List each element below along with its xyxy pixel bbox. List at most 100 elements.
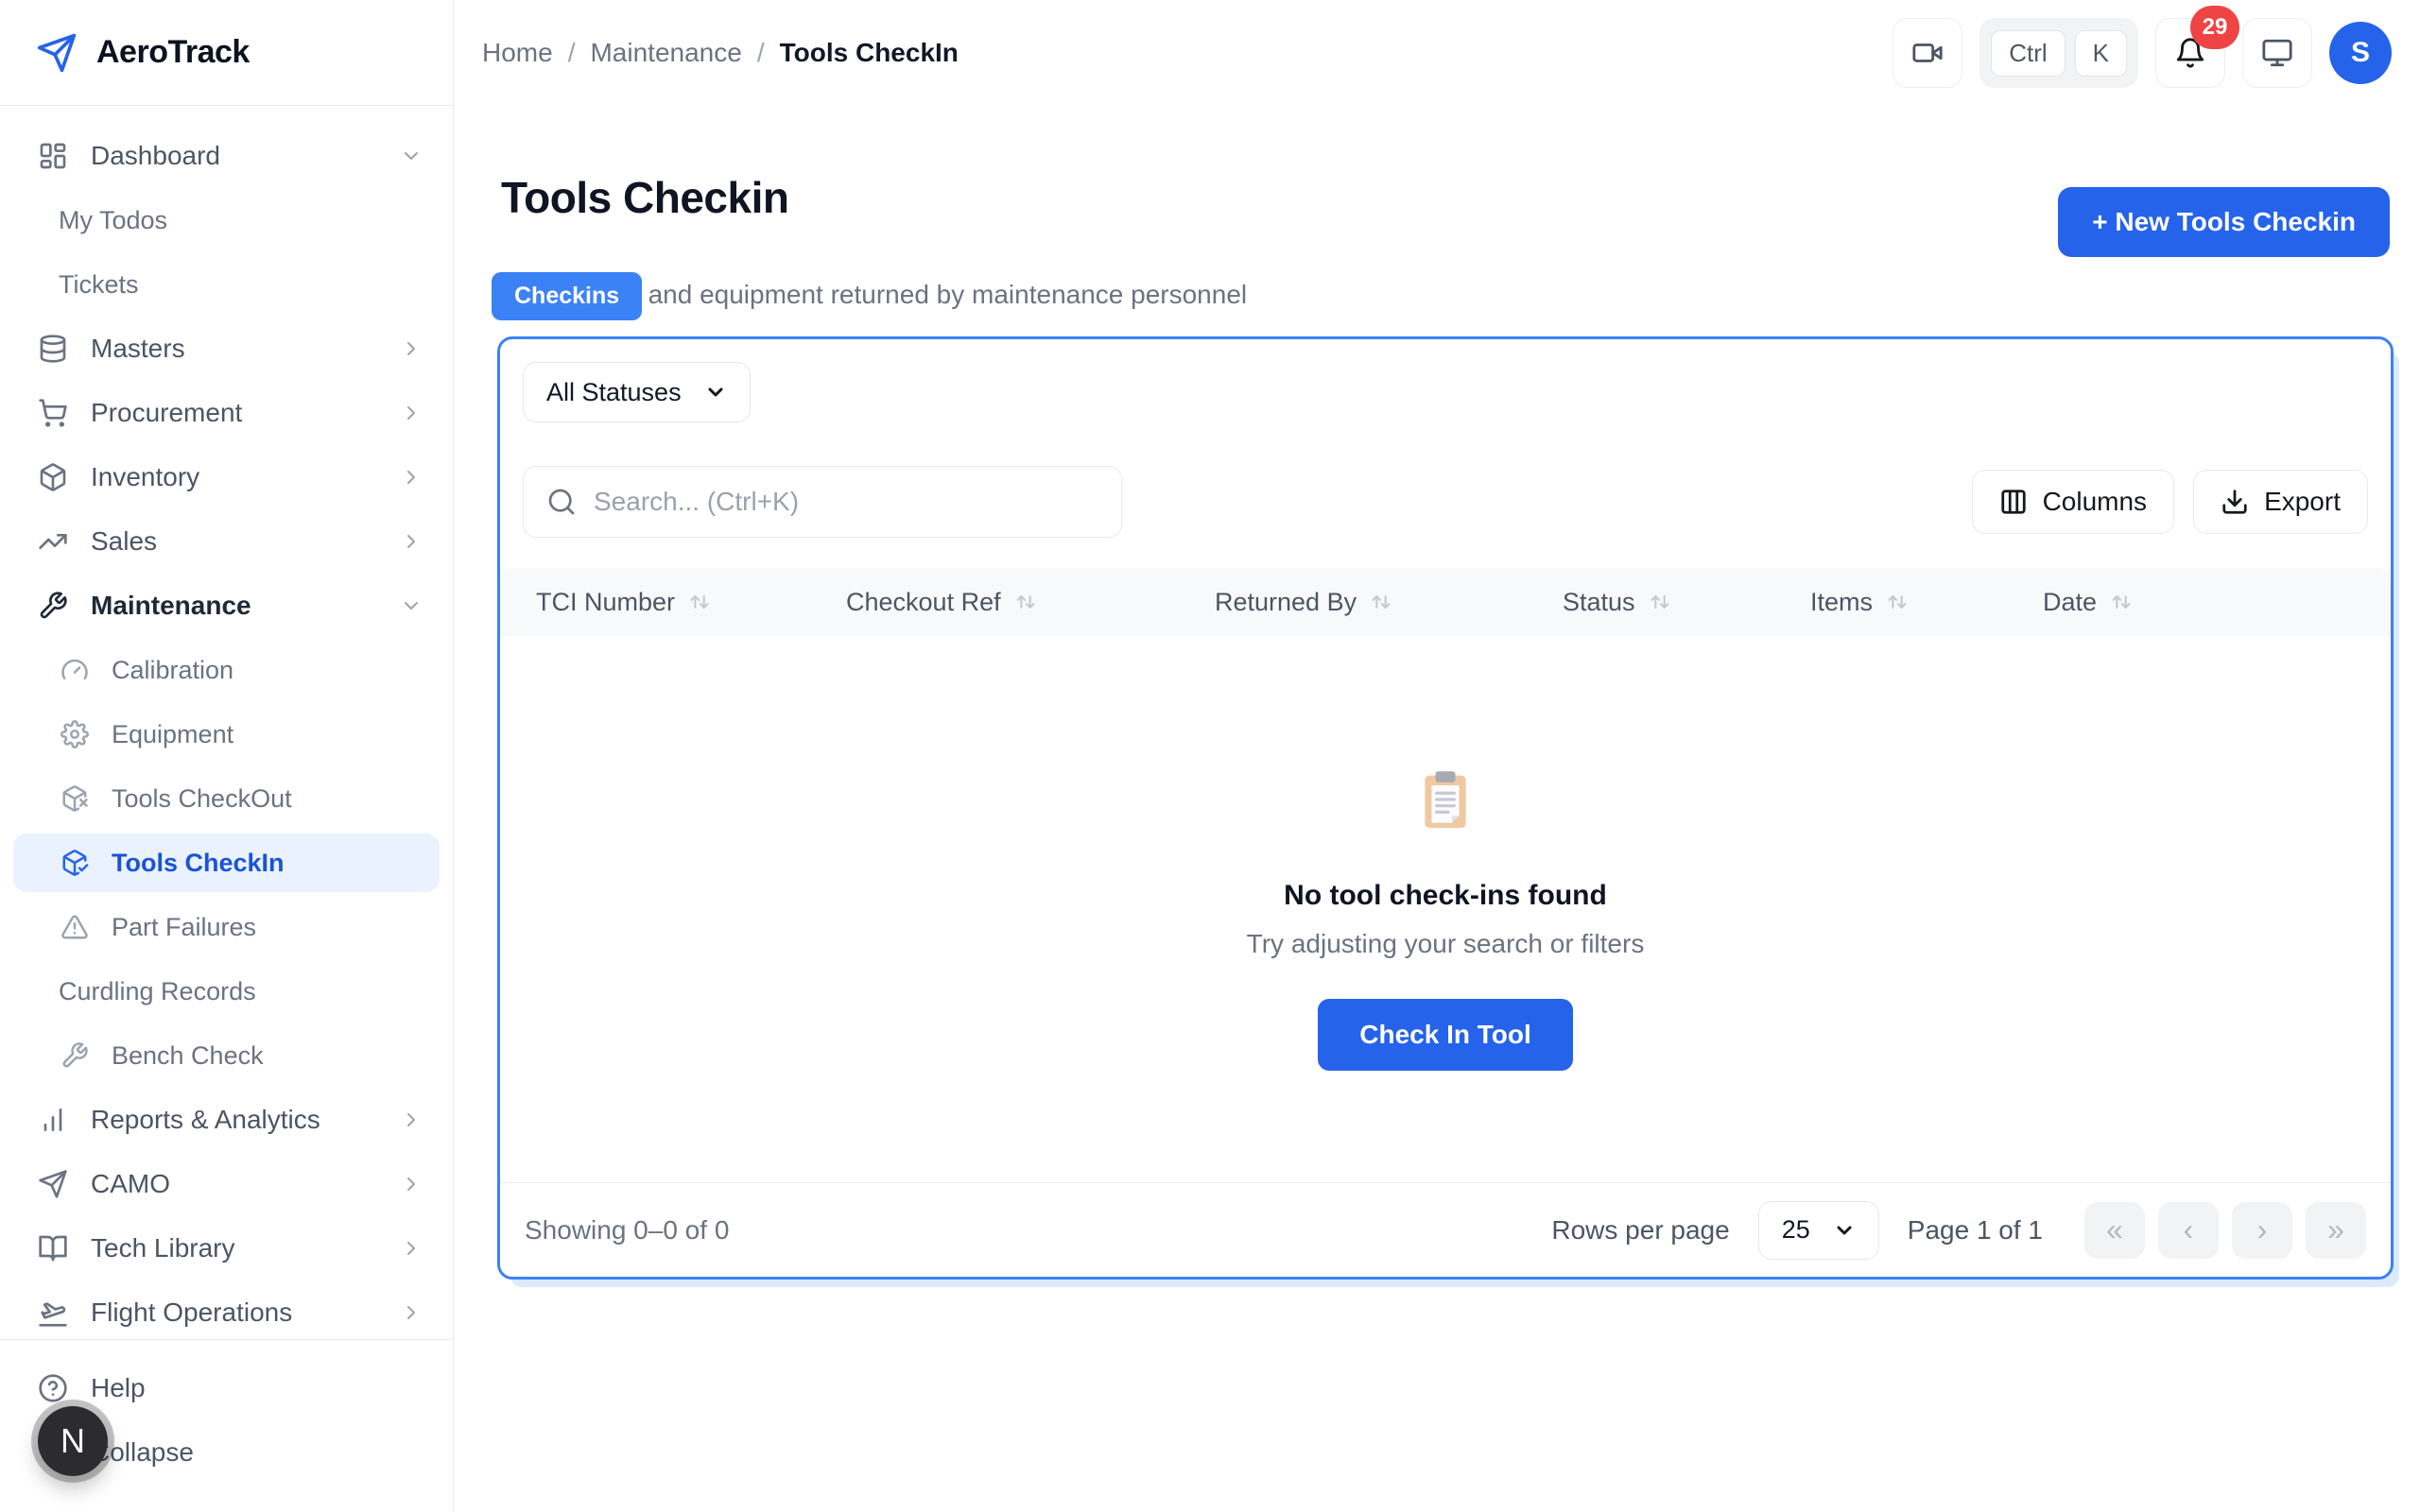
screen-record-button[interactable] bbox=[1893, 18, 1962, 88]
chevron-right-icon bbox=[400, 337, 423, 360]
alert-triangle-icon bbox=[60, 913, 89, 941]
chevron-right-icon bbox=[400, 466, 423, 489]
sort-icon bbox=[1012, 589, 1039, 615]
sidebar-item-part-failures[interactable]: Part Failures bbox=[13, 898, 440, 956]
column-header-returned-by[interactable]: Returned By bbox=[1215, 588, 1563, 617]
topbar-actions: Ctrl K 29 S bbox=[1893, 18, 2392, 88]
sidebar-item-tools-checkin[interactable]: Tools CheckIn bbox=[13, 833, 440, 892]
sidebar-item-masters[interactable]: Masters bbox=[13, 319, 440, 378]
pager: « ‹ › » bbox=[2084, 1202, 2366, 1259]
sidebar-item-tickets[interactable]: Tickets bbox=[13, 255, 440, 314]
new-tools-checkin-button[interactable]: + New Tools Checkin bbox=[2058, 187, 2390, 257]
rows-per-page-label: Rows per page bbox=[1551, 1215, 1729, 1246]
column-header-status[interactable]: Status bbox=[1563, 588, 1810, 617]
breadcrumb-home[interactable]: Home bbox=[482, 38, 553, 68]
breadcrumb-maintenance[interactable]: Maintenance bbox=[590, 38, 741, 68]
column-header-tci-number[interactable]: TCI Number bbox=[500, 588, 846, 617]
shopping-cart-icon bbox=[38, 398, 68, 428]
display-mode-button[interactable] bbox=[2242, 18, 2312, 88]
breadcrumb-separator: / bbox=[568, 38, 576, 68]
kbd-k: K bbox=[2075, 30, 2127, 77]
notifications-button[interactable]: 29 bbox=[2155, 18, 2225, 88]
monitor-icon bbox=[2261, 37, 2293, 69]
notifications-badge: 29 bbox=[2190, 6, 2239, 49]
checkins-table: TCI Number Checkout Ref Returned By Stat… bbox=[500, 568, 2391, 1182]
filters-row: All Statuses bbox=[500, 339, 2391, 422]
empty-state-title: No tool check-ins found bbox=[1284, 880, 1607, 912]
command-shortcut-button[interactable]: Ctrl K bbox=[1979, 18, 2138, 88]
chevron-down-icon bbox=[1833, 1219, 1856, 1242]
columns-icon bbox=[1999, 488, 2028, 516]
sort-icon bbox=[1647, 589, 1673, 615]
download-icon bbox=[2221, 488, 2249, 516]
pagination-controls: Rows per page 25 Page 1 of 1 « ‹ › » bbox=[1551, 1201, 2366, 1260]
page-title: Tools Checkin bbox=[501, 172, 788, 223]
toolbar-actions: Columns Export bbox=[1972, 470, 2368, 534]
columns-button[interactable]: Columns bbox=[1972, 470, 2174, 534]
app-name: AeroTrack bbox=[96, 34, 250, 71]
first-page-button[interactable]: « bbox=[2084, 1202, 2145, 1259]
checkins-card: All Statuses Columns Export bbox=[497, 336, 2394, 1280]
layout-grid-icon bbox=[38, 141, 68, 171]
chevron-right-icon bbox=[400, 1237, 423, 1260]
chevron-down-icon bbox=[704, 381, 727, 404]
sidebar-item-dashboard[interactable]: Dashboard bbox=[13, 127, 440, 185]
sidebar-item-calibration[interactable]: Calibration bbox=[13, 641, 440, 699]
gauge-icon bbox=[60, 656, 89, 684]
page-subtitle: ols and equipment returned by maintenanc… bbox=[607, 280, 1247, 310]
sidebar-item-curdling-records[interactable]: Curdling Records bbox=[13, 962, 440, 1021]
empty-state: No tool check-ins found Try adjusting yo… bbox=[500, 636, 2391, 1071]
rows-per-page-select[interactable]: 25 bbox=[1758, 1201, 1879, 1260]
chevron-right-icon bbox=[400, 1173, 423, 1195]
plane-logo-icon bbox=[36, 32, 78, 74]
sidebar-item-sales[interactable]: Sales bbox=[13, 512, 440, 571]
page-info: Page 1 of 1 bbox=[1908, 1215, 2043, 1246]
page-subtitle-row: Checkins ols and equipment returned by m… bbox=[501, 272, 2394, 327]
video-camera-icon bbox=[1911, 37, 1944, 69]
previous-page-button[interactable]: ‹ bbox=[2158, 1202, 2219, 1259]
sort-icon bbox=[686, 589, 713, 615]
package-x-icon bbox=[60, 784, 89, 813]
chevron-down-icon bbox=[400, 594, 423, 617]
next-page-button[interactable]: › bbox=[2232, 1202, 2292, 1259]
column-header-items[interactable]: Items bbox=[1810, 588, 2043, 617]
sidebar-item-tools-checkout[interactable]: Tools CheckOut bbox=[13, 769, 440, 828]
chevron-right-icon bbox=[400, 1108, 423, 1131]
floating-avatar[interactable]: N bbox=[38, 1406, 108, 1476]
sidebar-item-reports-analytics[interactable]: Reports & Analytics bbox=[13, 1091, 440, 1149]
wrench-icon bbox=[60, 1041, 89, 1070]
sidebar-item-flight-operations[interactable]: Flight Operations bbox=[13, 1283, 440, 1342]
sidebar-item-inventory[interactable]: Inventory bbox=[13, 448, 440, 507]
empty-state-subtitle: Try adjusting your search or filters bbox=[1247, 929, 1645, 959]
sidebar-item-my-todos[interactable]: My Todos bbox=[13, 191, 440, 249]
table-header-row: TCI Number Checkout Ref Returned By Stat… bbox=[500, 568, 2391, 636]
column-header-date[interactable]: Date bbox=[2043, 588, 2391, 617]
sidebar-nav: Dashboard My Todos Tickets Masters Procu… bbox=[0, 106, 453, 1342]
app-logo[interactable]: AeroTrack bbox=[0, 0, 453, 106]
column-header-checkout-ref[interactable]: Checkout Ref bbox=[846, 588, 1215, 617]
plane-takeoff-icon bbox=[38, 1297, 68, 1328]
wrench-icon bbox=[38, 591, 68, 621]
gear-icon bbox=[60, 720, 89, 748]
package-check-icon bbox=[60, 849, 89, 877]
user-avatar[interactable]: S bbox=[2329, 22, 2392, 84]
sidebar-item-camo[interactable]: CAMO bbox=[13, 1155, 440, 1213]
sidebar-item-bench-check[interactable]: Bench Check bbox=[13, 1026, 440, 1085]
breadcrumb-current: Tools CheckIn bbox=[780, 38, 959, 68]
last-page-button[interactable]: » bbox=[2306, 1202, 2366, 1259]
sidebar-item-maintenance[interactable]: Maintenance bbox=[13, 576, 440, 635]
export-button[interactable]: Export bbox=[2193, 470, 2368, 534]
sort-icon bbox=[1368, 589, 1394, 615]
check-in-tool-button[interactable]: Check In Tool bbox=[1318, 999, 1573, 1071]
table-footer: Showing 0–0 of 0 Rows per page 25 Page 1… bbox=[500, 1182, 2391, 1277]
sidebar-item-procurement[interactable]: Procurement bbox=[13, 384, 440, 442]
status-filter-select[interactable]: All Statuses bbox=[523, 362, 751, 422]
sidebar-item-tech-library[interactable]: Tech Library bbox=[13, 1219, 440, 1278]
search-input[interactable] bbox=[594, 487, 1098, 517]
sidebar-item-equipment[interactable]: Equipment bbox=[13, 705, 440, 764]
table-toolbar: Columns Export bbox=[500, 466, 2391, 538]
breadcrumb: Home / Maintenance / Tools CheckIn bbox=[482, 38, 959, 68]
plane-icon bbox=[38, 1169, 68, 1199]
help-circle-icon bbox=[38, 1373, 68, 1403]
chevron-down-icon bbox=[400, 145, 423, 167]
